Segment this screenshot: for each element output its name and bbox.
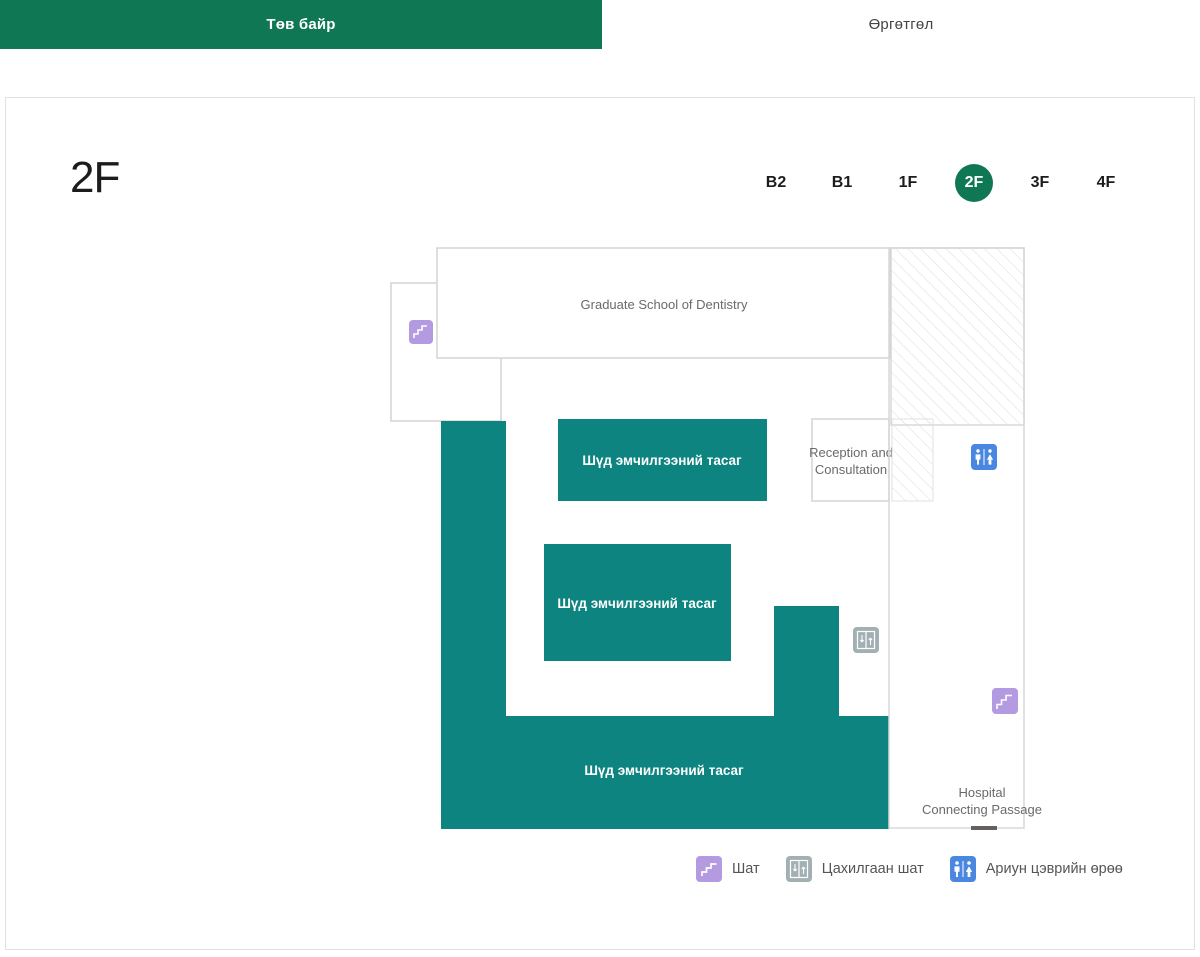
restroom-icon xyxy=(949,856,976,882)
tab-annex[interactable]: Өргөтгөл xyxy=(602,0,1200,49)
room-hospital-passage-label-line2: Connecting Passage xyxy=(922,802,1042,817)
legend-item-restroom: Ариун цэврийн өрөө xyxy=(949,856,1123,882)
hatched-area-upper xyxy=(890,247,1025,426)
room-dental-1-label: Шүд эмчилгээний тасаг xyxy=(582,453,742,468)
room-dental-3-label: Шүд эмчилгээний тасаг xyxy=(584,763,744,778)
room-reception-label-line1: Reception and xyxy=(809,445,893,460)
entrance-door-marker xyxy=(971,826,997,830)
room-dental-right-block xyxy=(774,606,839,716)
building-tabbar: Төв байр Өргөтгөл xyxy=(0,0,1200,49)
elevator-icon[interactable] xyxy=(853,627,879,653)
room-reception-rect xyxy=(811,418,890,502)
legend-label-stairs: Шат xyxy=(732,861,760,877)
legend-label-restroom: Ариун цэврийн өрөө xyxy=(985,861,1123,877)
stairs-icon[interactable] xyxy=(409,320,433,344)
tab-main-building-label: Төв байр xyxy=(266,16,336,33)
floor-map-panel: 2F B2 B1 1F 2F 3F 4F Graduate School of … xyxy=(5,97,1195,950)
room-hospital-passage-label-line1: Hospital xyxy=(959,785,1006,800)
legend-label-elevator: Цахилгаан шат xyxy=(821,861,924,877)
room-graduate-school-label: Graduate School of Dentistry xyxy=(581,297,748,312)
stairs-icon[interactable] xyxy=(992,688,1018,714)
room-reception-label-line2: Consultation xyxy=(815,462,887,477)
stairs-icon xyxy=(696,856,722,882)
restroom-icon[interactable] xyxy=(971,444,997,470)
tab-main-building[interactable]: Төв байр xyxy=(0,0,602,49)
hatched-area-reception xyxy=(891,418,934,502)
elevator-icon xyxy=(785,856,812,882)
legend-item-elevator: Цахилгаан шат xyxy=(785,856,924,882)
room-dental-2-label: Шүд эмчилгээний тасаг xyxy=(557,596,717,611)
floor-map[interactable]: Graduate School of Dentistry Шүд эмчилгэ… xyxy=(6,98,1196,951)
legend-item-stairs: Шат xyxy=(696,856,760,882)
tab-annex-label: Өргөтгөл xyxy=(868,16,934,33)
map-legend: Шат Цахилгаан шат Ариун цэврийн өрөө xyxy=(696,856,1149,882)
